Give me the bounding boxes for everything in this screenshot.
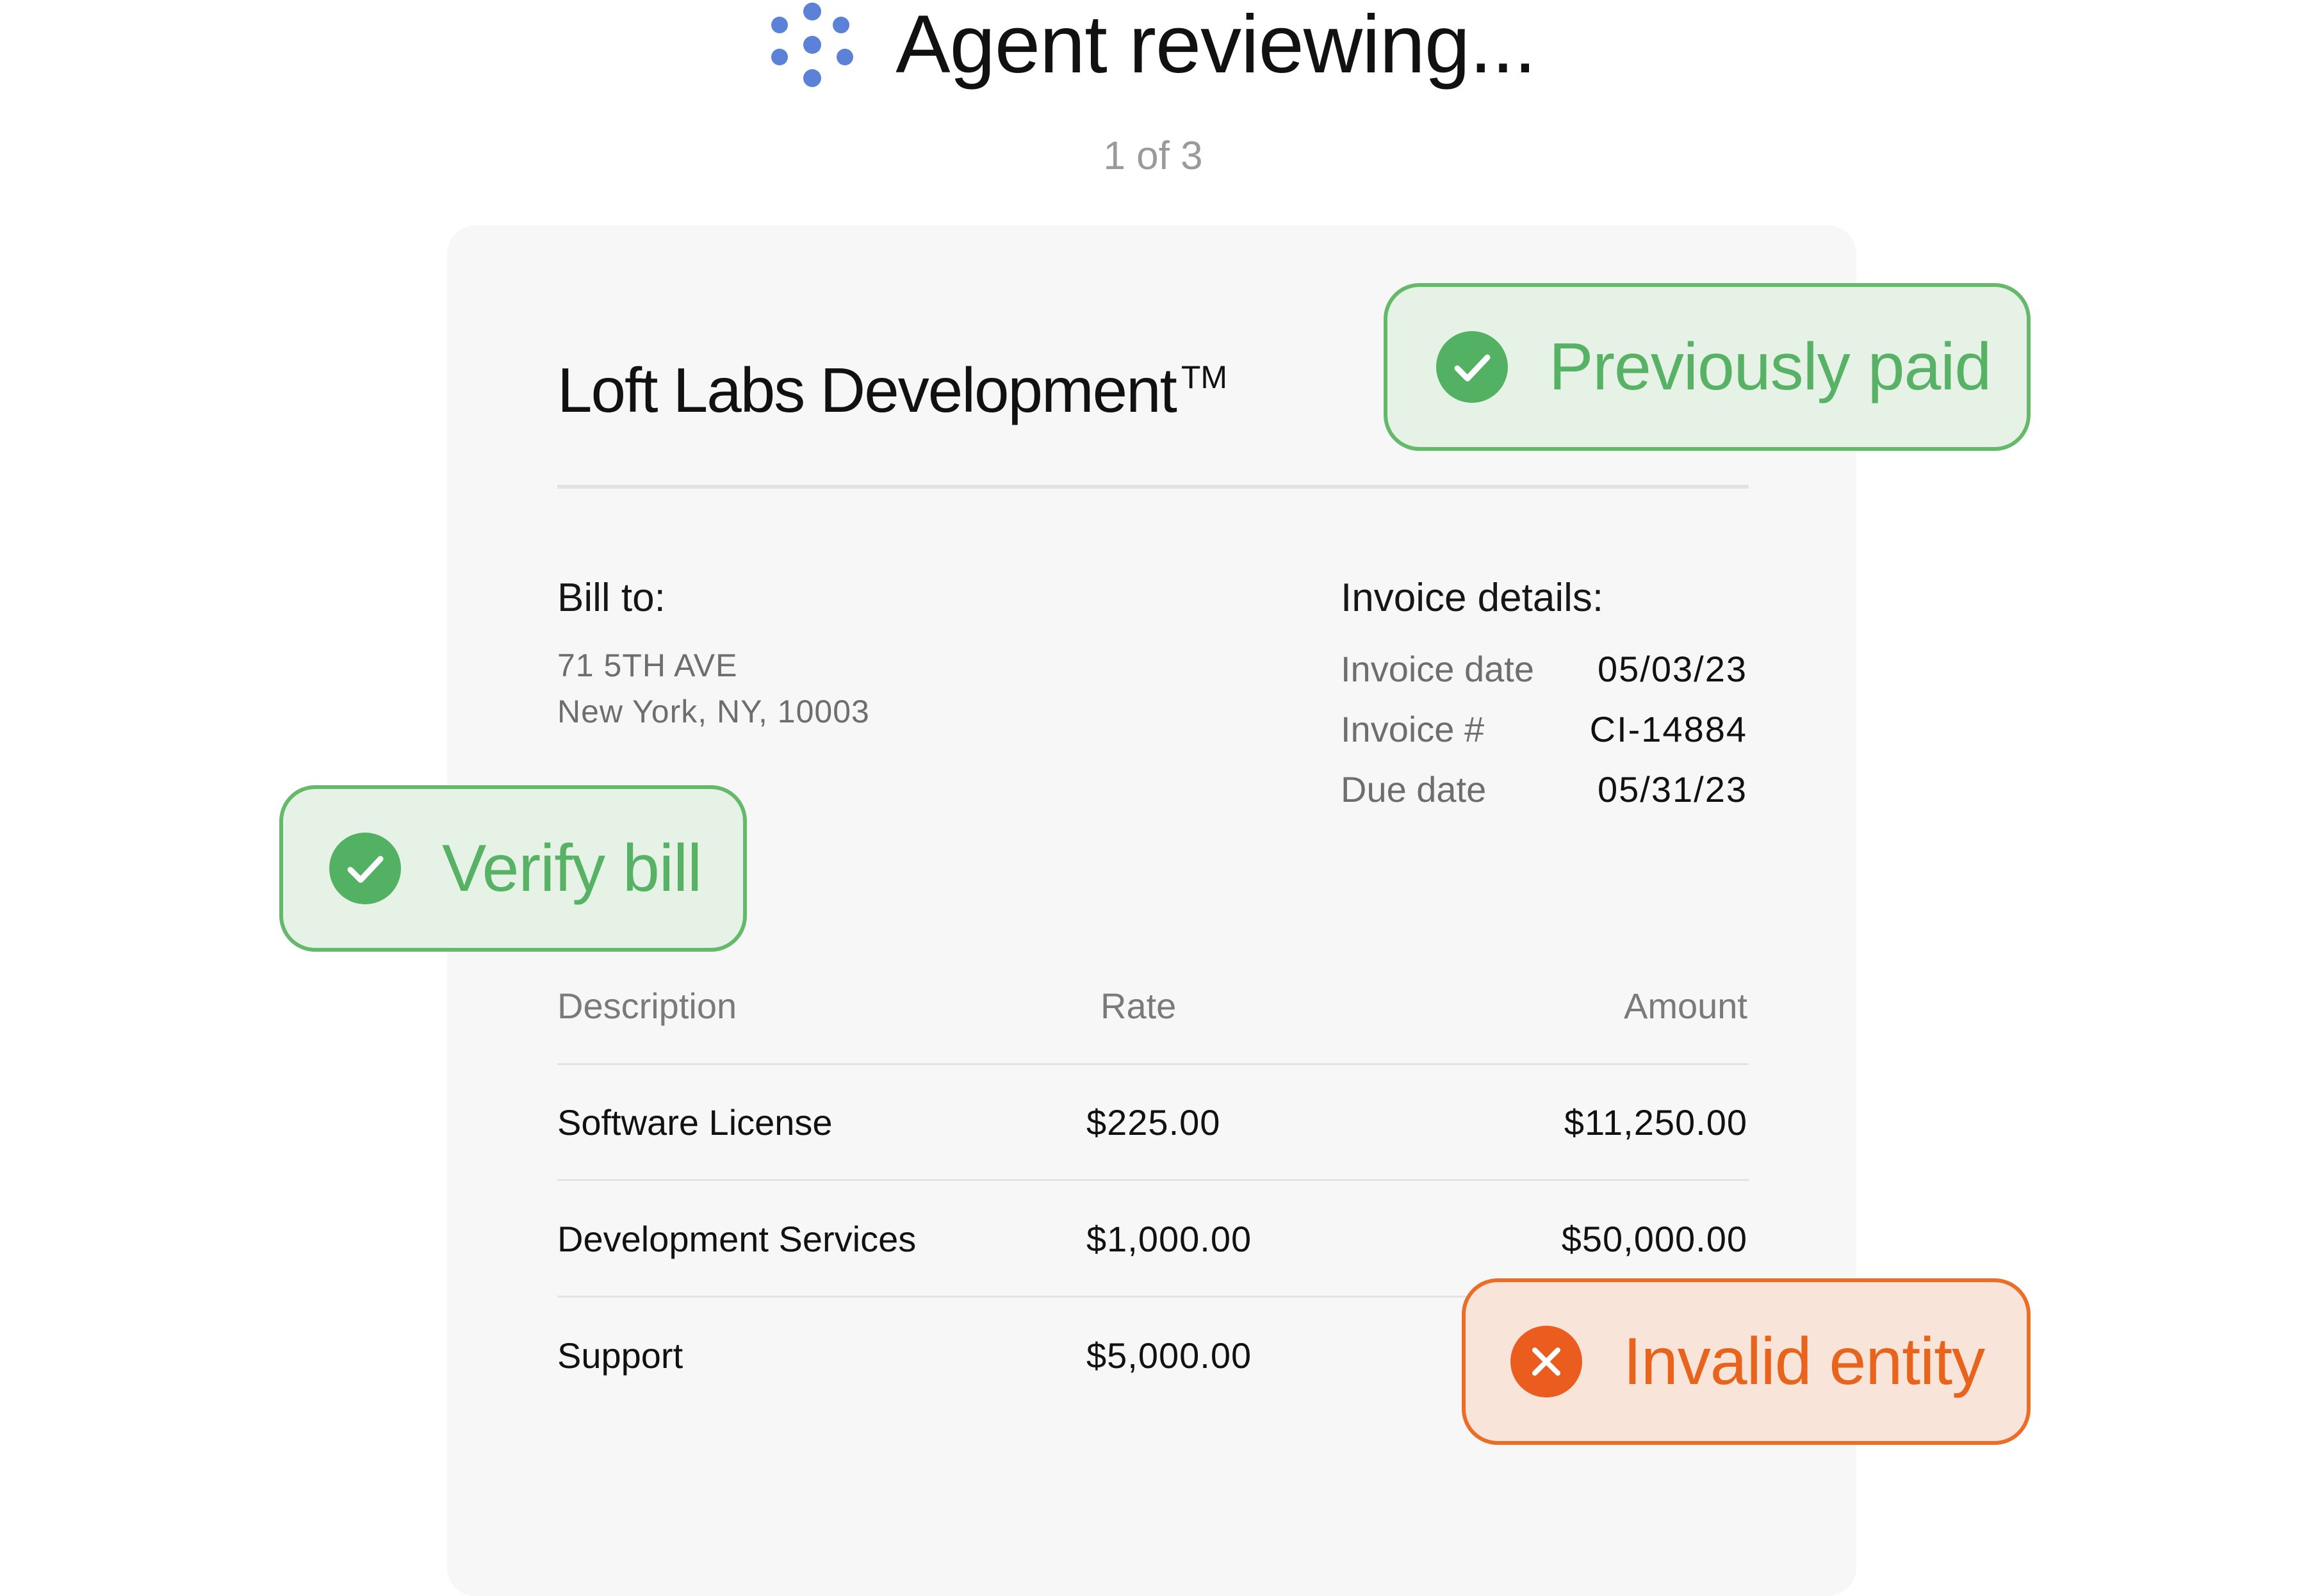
badge-label: Verify bill [442, 831, 702, 906]
previously-paid-badge: Previously paid [1384, 283, 2031, 451]
due-date-label: Due date [1341, 769, 1487, 810]
invoice-number-label: Invoice # [1341, 709, 1485, 749]
column-header-amount: Amount [1624, 986, 1747, 1026]
divider [557, 485, 1749, 489]
table-divider [557, 1063, 1749, 1065]
page-title: Agent reviewing... [895, 0, 1536, 90]
invalid-entity-badge: Invalid entity [1462, 1278, 2031, 1445]
invoice-number-value: CI-14884 [1589, 709, 1747, 749]
invoice-date-label: Invoice date [1341, 649, 1534, 689]
row-rate: $225.00 [1086, 1102, 1221, 1143]
column-header-rate: Rate [1100, 986, 1177, 1026]
row-description: Support [557, 1335, 683, 1376]
row-description: Development Services [557, 1219, 917, 1259]
badge-label: Previously paid [1549, 330, 1991, 404]
bill-to-label: Bill to: [557, 576, 666, 620]
row-amount: $50,000.00 [1561, 1219, 1747, 1259]
trademark-symbol: TM [1181, 359, 1228, 395]
table-divider [557, 1179, 1749, 1181]
due-date-value: 05/31/23 [1598, 769, 1747, 810]
invoice-date-value: 05/03/23 [1598, 649, 1747, 689]
pagination-indicator: 1 of 3 [1103, 134, 1203, 178]
row-rate: $1,000.00 [1086, 1219, 1252, 1259]
x-circle-icon [1510, 1326, 1582, 1397]
invoice-details-label: Invoice details: [1341, 576, 1604, 620]
row-description: Software License [557, 1102, 833, 1143]
loading-dots-icon [770, 3, 855, 87]
row-rate: $5,000.00 [1086, 1335, 1252, 1376]
check-circle-icon [329, 833, 401, 904]
verify-bill-badge: Verify bill [279, 785, 747, 952]
invoice-company-name: Loft Labs Development TM [557, 355, 1228, 425]
column-header-description: Description [557, 986, 737, 1026]
badge-label: Invalid entity [1623, 1324, 1985, 1399]
review-header: Agent reviewing... [0, 0, 2306, 109]
check-circle-icon [1436, 331, 1508, 403]
address-line-1: 71 5TH AVE [557, 647, 738, 683]
address-line-2: New York, NY, 10003 [557, 694, 870, 729]
row-amount: $11,250.00 [1564, 1102, 1747, 1143]
